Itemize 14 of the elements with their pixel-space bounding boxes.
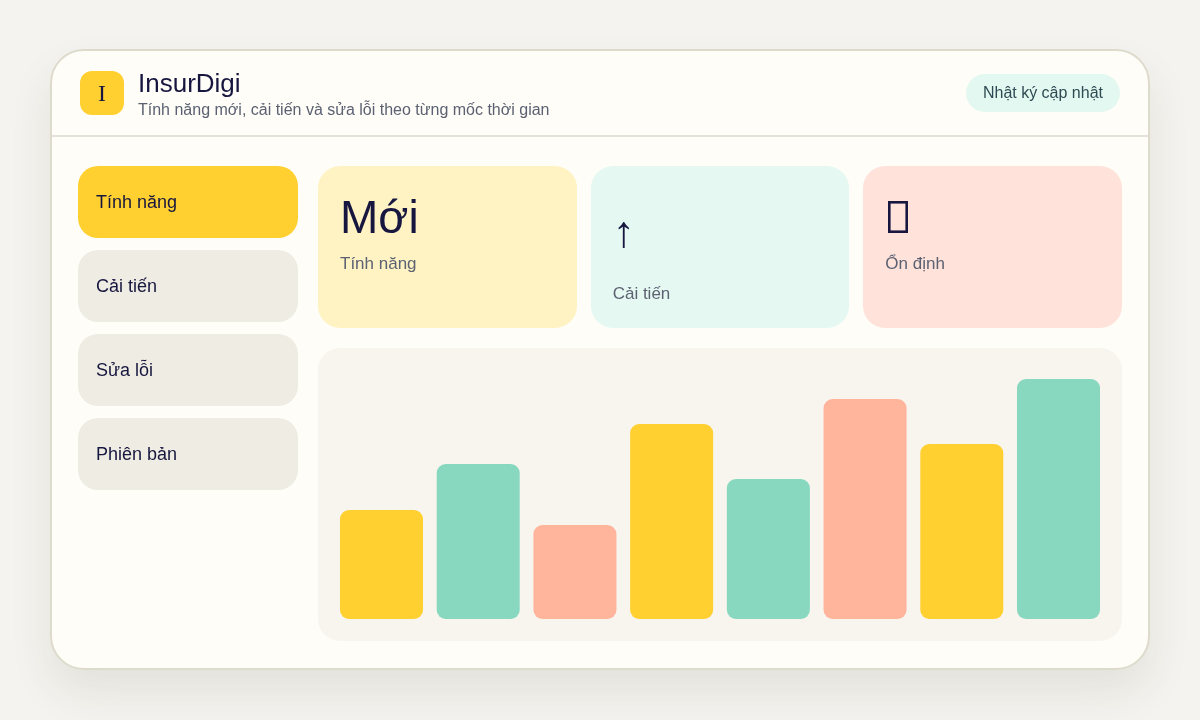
rectangle-icon [888, 201, 909, 233]
stat-label: Tính năng [340, 253, 417, 275]
sidebar-item[interactable]: Phiên bản [78, 418, 298, 490]
stat-value: Mới [340, 190, 419, 244]
sidebar-item[interactable]: Sửa lỗi [78, 334, 298, 406]
app-subtitle: Tính năng mới, cải tiến và sửa lỗi theo từng mốc thời gian [138, 99, 550, 120]
sidebar-item[interactable]: Tính năng [78, 166, 298, 238]
changelog-button[interactable]: Nhật ký cập nhật [965, 74, 1120, 112]
stat-symbol: ↑ [612, 206, 635, 258]
stat-label: Cải tiến [612, 283, 671, 305]
app-title: InsurDigi [138, 66, 241, 99]
logo-mark: I [80, 71, 124, 115]
stat-label: Ổn định [885, 253, 945, 275]
sidebar-item[interactable]: Cải tiến [78, 250, 298, 322]
